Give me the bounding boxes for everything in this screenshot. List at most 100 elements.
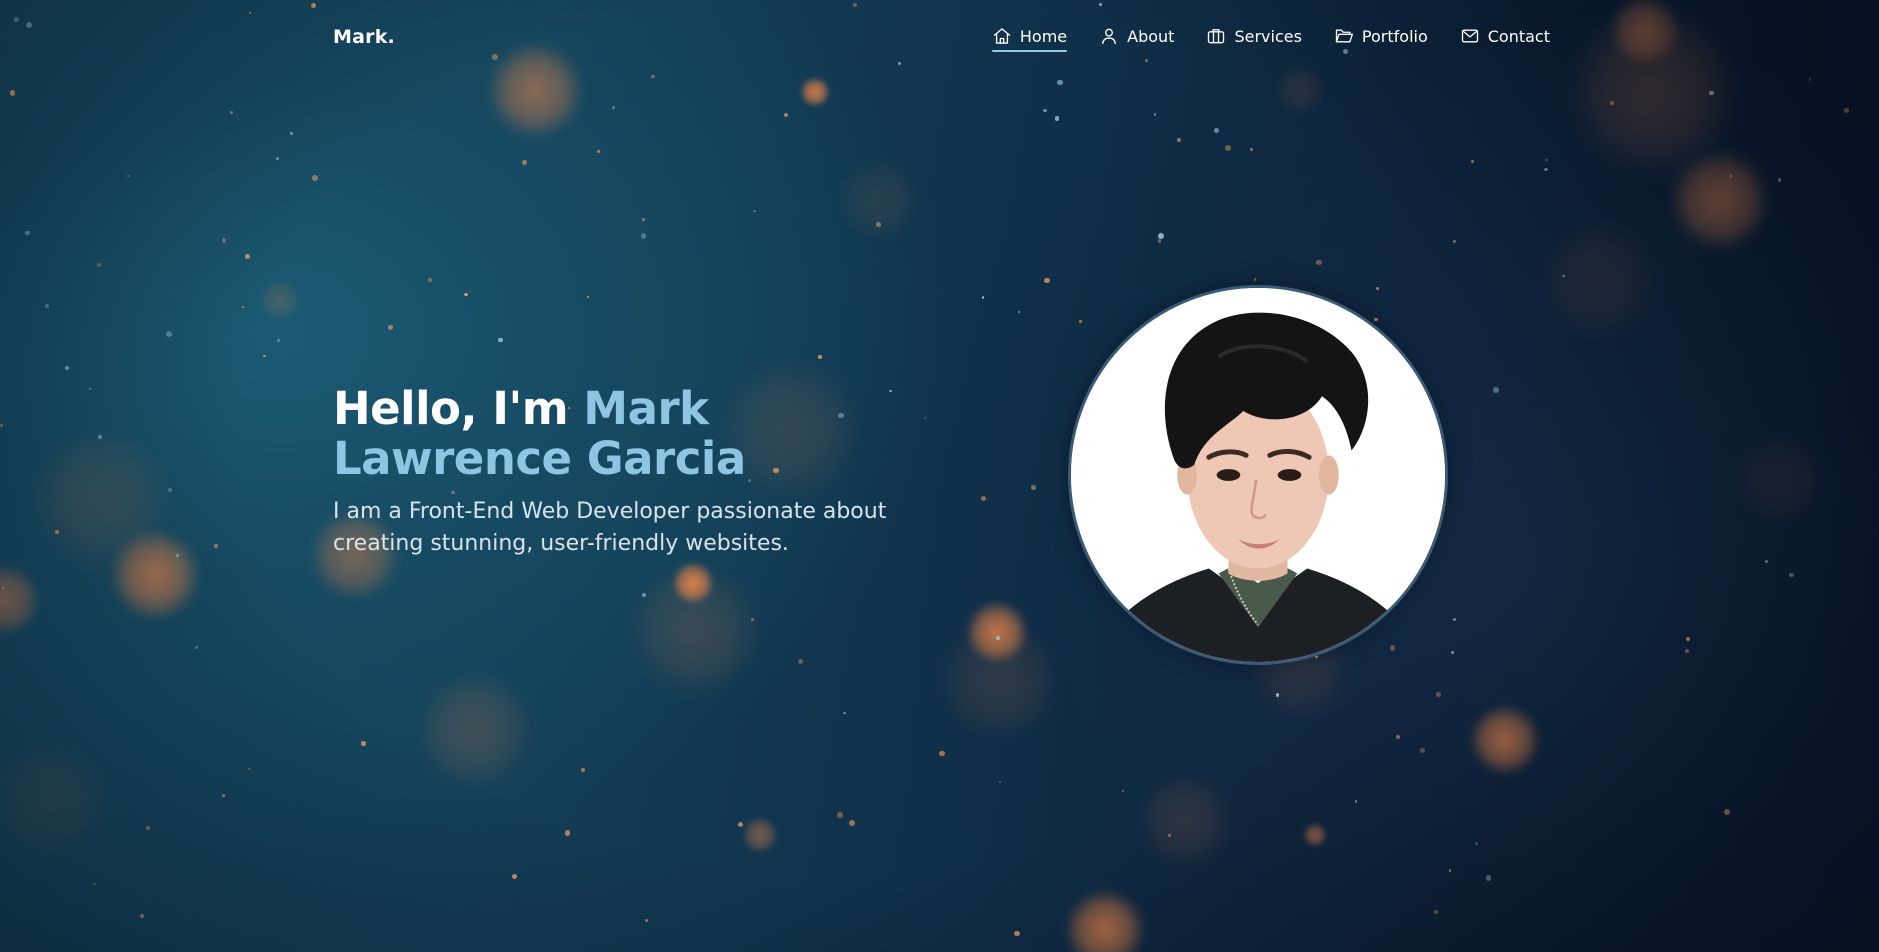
sparkle: [464, 292, 468, 297]
sparkle: [1544, 158, 1548, 162]
sparkle: [836, 812, 843, 818]
nav-label-portfolio: Portfolio: [1361, 26, 1428, 46]
sparkle: [797, 658, 803, 664]
sparkle: [388, 324, 394, 330]
nav-label-home: Home: [1019, 26, 1068, 46]
bokeh-light: [840, 160, 920, 240]
sparkle: [848, 819, 855, 826]
sparkle: [1843, 107, 1849, 113]
home-icon: [993, 28, 1011, 44]
sparkle: [1176, 137, 1181, 142]
sparkle: [241, 305, 244, 308]
sparkle: [88, 387, 91, 390]
sparkle: [1470, 159, 1475, 164]
sparkle: [1354, 800, 1358, 803]
sparkle: [65, 365, 70, 370]
sparkle: [1389, 645, 1396, 651]
sparkle: [1544, 167, 1548, 172]
bokeh-light: [940, 620, 1060, 740]
bokeh-light: [966, 601, 1028, 663]
sparkle: [1419, 748, 1426, 754]
sparkle: [1709, 90, 1715, 96]
site-header: Mark. Home About Services Portfolio Cont…: [0, 0, 1879, 80]
sparkle: [999, 780, 1002, 783]
sparkle: [248, 767, 252, 771]
bokeh-light: [260, 280, 300, 320]
nav-item-services[interactable]: Services: [1206, 26, 1302, 50]
bokeh-light: [0, 565, 40, 635]
sparkle: [641, 217, 645, 221]
sparkle: [1396, 735, 1400, 740]
hero-title: Hello, I'm Mark Lawrence Garcia: [333, 384, 953, 484]
nav-item-portfolio[interactable]: Portfolio: [1334, 26, 1428, 50]
sparkle: [1723, 808, 1730, 815]
sparkle: [96, 262, 101, 267]
sparkle: [939, 750, 945, 756]
hero-section: Hello, I'm Mark Lawrence Garcia I am a Fr…: [333, 384, 953, 560]
nav-item-home[interactable]: Home: [991, 26, 1068, 52]
bokeh-light: [1470, 705, 1540, 775]
sparkle: [1764, 559, 1769, 564]
bokeh-light: [1303, 823, 1327, 847]
hero-greeting: Hello, I'm: [333, 382, 584, 435]
sparkle: [1685, 637, 1690, 642]
sparkle: [146, 826, 151, 831]
sparkle: [9, 90, 16, 96]
sparkle: [1448, 869, 1452, 872]
sparkle: [1492, 387, 1499, 394]
bokeh-light: [1735, 435, 1825, 525]
sparkle: [222, 794, 225, 797]
sparkle: [640, 233, 647, 239]
bokeh-light: [110, 530, 200, 620]
sparkle: [817, 354, 822, 359]
sparkle: [1030, 484, 1037, 491]
portfolio-page: Mark. Home About Services Portfolio Cont…: [0, 0, 1879, 952]
sparkle: [290, 131, 294, 135]
sparkle: [1057, 79, 1063, 86]
sparkle: [361, 741, 366, 746]
bokeh-light: [1137, 772, 1233, 868]
bokeh-light: [742, 817, 778, 853]
sparkle: [1728, 173, 1734, 179]
nav-item-contact[interactable]: Contact: [1460, 26, 1550, 50]
sparkle: [221, 238, 227, 243]
sparkle: [1168, 833, 1171, 837]
sparkle: [245, 254, 251, 260]
bokeh-light: [800, 77, 830, 107]
sparkle: [498, 337, 503, 343]
user-icon: [1102, 28, 1117, 45]
sparkle: [1450, 651, 1454, 655]
sparkle: [276, 157, 279, 161]
sparkle: [1078, 319, 1082, 323]
sparkle: [263, 355, 266, 358]
sparkle: [522, 160, 527, 165]
hero-name-rest: Lawrence Garcia: [333, 432, 746, 485]
sparkle: [276, 338, 281, 343]
sparkle: [127, 175, 130, 178]
sparkle: [1253, 278, 1257, 281]
bokeh-light: [1540, 220, 1660, 340]
sparkle: [996, 636, 1001, 640]
sparkle: [645, 918, 649, 923]
sparkle: [737, 821, 743, 827]
sparkle: [1, 586, 5, 590]
sparkle: [1315, 655, 1318, 659]
nav-item-about[interactable]: About: [1099, 26, 1174, 50]
hero-subtitle: I am a Front-End Web Developer passionat…: [333, 499, 887, 556]
sparkle: [1275, 693, 1280, 697]
sparkle: [875, 221, 882, 228]
sparkle: [596, 149, 601, 154]
bokeh-light: [417, 672, 533, 788]
sparkle: [1376, 287, 1380, 290]
sparkle: [194, 646, 199, 650]
sparkle: [1043, 108, 1048, 113]
site-logo[interactable]: Mark.: [333, 26, 395, 48]
sparkle: [751, 618, 755, 622]
sparkle: [981, 295, 985, 299]
sparkle: [140, 914, 145, 919]
sparkle: [1561, 274, 1565, 278]
sparkle: [1316, 259, 1322, 265]
bokeh-light: [672, 562, 714, 604]
sparkle: [428, 278, 432, 282]
sparkle: [843, 711, 846, 715]
